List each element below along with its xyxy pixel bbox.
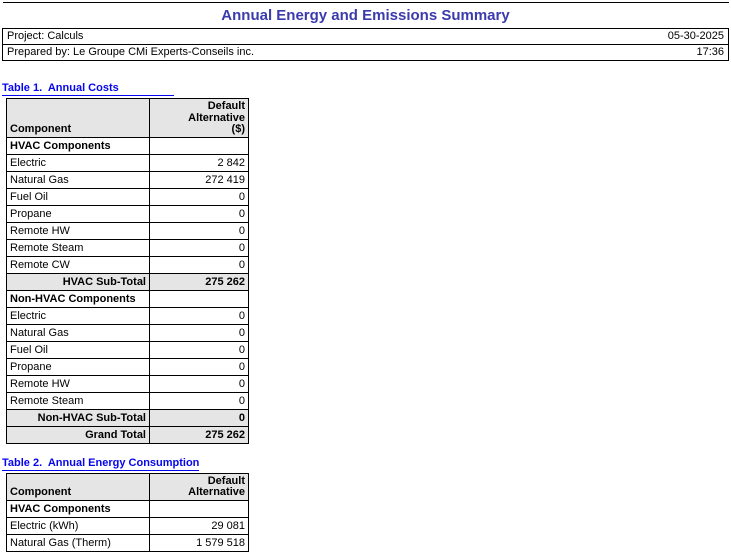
component-cell: HVAC Components: [7, 500, 150, 517]
value-cell: 0: [150, 409, 249, 426]
table-row: Natural Gas0: [7, 324, 249, 341]
table-row: Natural Gas (Therm)1 579 518: [7, 534, 249, 551]
table-row: HVAC Components: [7, 500, 249, 517]
prepared-row: Prepared by: Le Groupe CMi Experts-Conse…: [3, 45, 729, 61]
component-cell: Fuel Oil: [7, 341, 150, 358]
value-cell: [150, 500, 249, 517]
energy-consumption-table: Component Default Alternative HVAC Compo…: [6, 473, 249, 552]
table-row: Propane0: [7, 358, 249, 375]
component-cell: Grand Total: [7, 426, 150, 443]
title-row: Annual Energy and Emissions Summary: [3, 3, 729, 29]
table-row: HVAC Components: [7, 137, 249, 154]
component-cell: Propane: [7, 358, 150, 375]
component-cell: Remote CW: [7, 256, 150, 273]
component-cell: Non-HVAC Sub-Total: [7, 409, 150, 426]
table-row: Non-HVAC Sub-Total0: [7, 409, 249, 426]
table-row: Fuel Oil0: [7, 341, 249, 358]
component-cell: Electric (kWh): [7, 517, 150, 534]
prepared-by-label: Prepared by: Le Groupe CMi Experts-Conse…: [3, 45, 582, 61]
component-cell: Natural Gas: [7, 324, 150, 341]
table-row: Fuel Oil0: [7, 188, 249, 205]
value-cell: 0: [150, 256, 249, 273]
value-cell: [150, 137, 249, 154]
annual-costs-table: Component Default Alternative ($) HVAC C…: [6, 98, 249, 444]
component-cell: Natural Gas (Therm): [7, 534, 150, 551]
table-row: Remote HW0: [7, 222, 249, 239]
value-cell: 0: [150, 205, 249, 222]
table2-header-row: Component Default Alternative: [7, 473, 249, 500]
table1-header-row: Component Default Alternative ($): [7, 99, 249, 138]
table-row: Remote HW0: [7, 375, 249, 392]
table-row: HVAC Sub-Total275 262: [7, 273, 249, 290]
value-cell: 0: [150, 324, 249, 341]
value-cell: [150, 290, 249, 307]
table-row: Electric0: [7, 307, 249, 324]
component-cell: Electric: [7, 307, 150, 324]
component-cell: Propane: [7, 205, 150, 222]
value-cell: 0: [150, 307, 249, 324]
value-cell: 1 579 518: [150, 534, 249, 551]
component-cell: Remote HW: [7, 222, 150, 239]
value-cell: 0: [150, 341, 249, 358]
table-row: Grand Total275 262: [7, 426, 249, 443]
table-row: Remote Steam0: [7, 239, 249, 256]
alternative-header-cell: Default Alternative ($): [150, 99, 249, 138]
project-row: Project: Calculs 05-30-2025: [3, 29, 729, 45]
value-cell: 0: [150, 188, 249, 205]
report-header: Annual Energy and Emissions Summary Proj…: [2, 2, 729, 61]
value-cell: 272 419: [150, 171, 249, 188]
table-row: Remote CW0: [7, 256, 249, 273]
component-cell: Remote Steam: [7, 392, 150, 409]
table1-caption: Table 1. Annual Costs: [2, 82, 174, 96]
value-cell: 275 262: [150, 273, 249, 290]
table-row: Electric (kWh)29 081: [7, 517, 249, 534]
component-cell: Fuel Oil: [7, 188, 150, 205]
alt-header-line: Default: [153, 101, 245, 113]
value-cell: 0: [150, 392, 249, 409]
value-cell: 0: [150, 375, 249, 392]
value-cell: 0: [150, 222, 249, 239]
component-header-cell: Component: [7, 99, 150, 138]
project-label: Project: Calculs: [3, 29, 582, 45]
alternative-header-cell: Default Alternative: [150, 473, 249, 500]
table-row: Remote Steam0: [7, 392, 249, 409]
table-row: Propane0: [7, 205, 249, 222]
value-cell: 2 842: [150, 154, 249, 171]
value-cell: 275 262: [150, 426, 249, 443]
value-cell: 0: [150, 358, 249, 375]
component-cell: Non-HVAC Components: [7, 290, 150, 307]
report-title: Annual Energy and Emissions Summary: [3, 3, 729, 29]
component-cell: Remote HW: [7, 375, 150, 392]
report-date: 05-30-2025: [582, 29, 729, 45]
value-cell: 0: [150, 239, 249, 256]
component-cell: HVAC Sub-Total: [7, 273, 150, 290]
component-cell: Remote Steam: [7, 239, 150, 256]
component-cell: Electric: [7, 154, 150, 171]
table2-caption: Table 2. Annual Energy Consumption: [2, 457, 199, 471]
component-cell: HVAC Components: [7, 137, 150, 154]
table-row: Non-HVAC Components: [7, 290, 249, 307]
table-row: Electric2 842: [7, 154, 249, 171]
alt-header-line: Alternative: [153, 487, 245, 499]
component-cell: Natural Gas: [7, 171, 150, 188]
table-row: Natural Gas272 419: [7, 171, 249, 188]
report-time: 17:36: [582, 45, 729, 61]
component-header-cell: Component: [7, 473, 150, 500]
value-cell: 29 081: [150, 517, 249, 534]
alt-header-line: ($): [153, 124, 245, 136]
